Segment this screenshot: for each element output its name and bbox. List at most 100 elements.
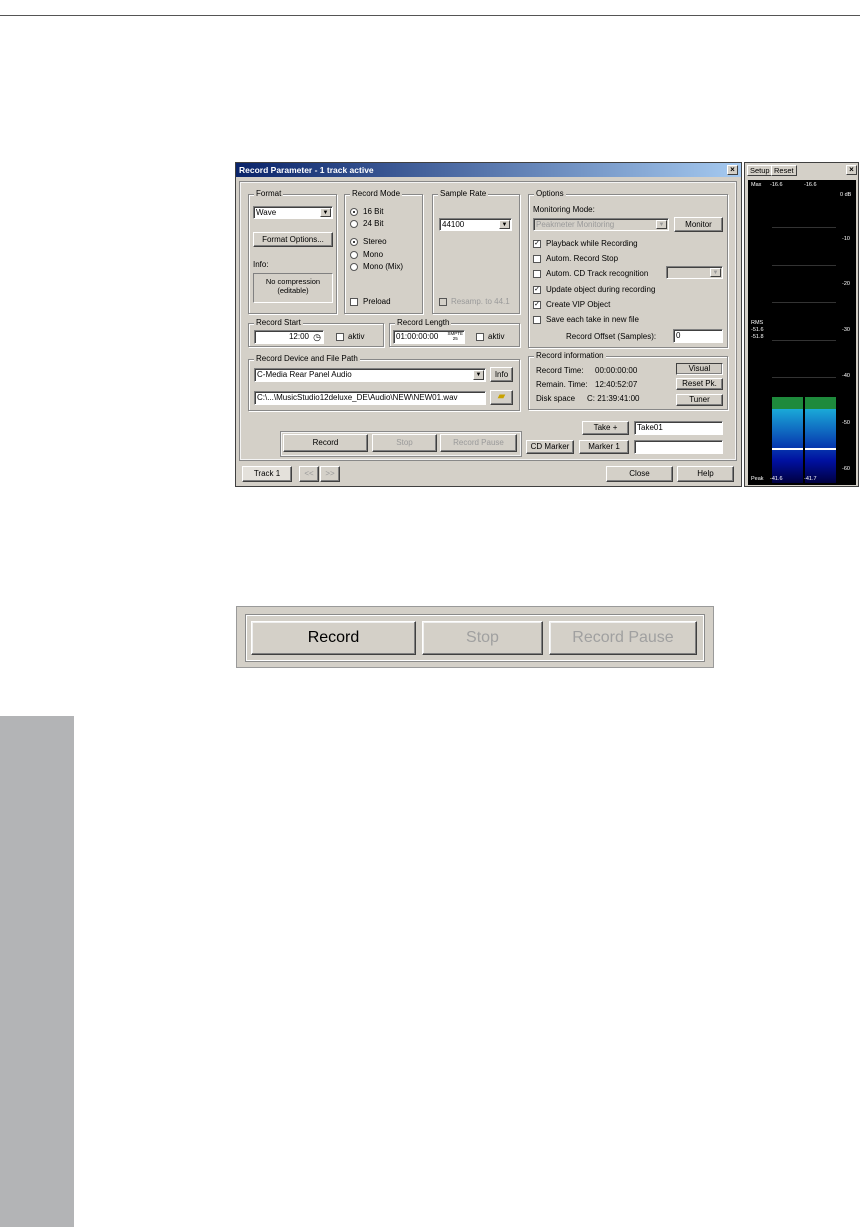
folder-icon[interactable]: ▰ xyxy=(490,390,513,405)
radio-stereo[interactable] xyxy=(350,238,358,246)
record-button[interactable]: Record xyxy=(283,434,368,452)
record-length-input[interactable]: 01:00:00:00 SMPTE 25 xyxy=(393,330,465,344)
record-button-large[interactable]: Record xyxy=(251,621,416,655)
scale-10: -10 xyxy=(842,236,850,242)
marker-name-input[interactable] xyxy=(634,440,723,454)
monitor-button[interactable]: Monitor xyxy=(674,217,723,232)
tuner-button[interactable]: Tuner xyxy=(676,394,723,406)
meter-setup-button[interactable]: Setup xyxy=(747,165,773,176)
label-16bit: 16 Bit xyxy=(363,207,384,216)
autom-stop-label: Autom. Record Stop xyxy=(546,254,619,263)
reset-peak-button[interactable]: Reset Pk. xyxy=(676,378,723,390)
zoom-frame: Record Stop Record Pause xyxy=(245,614,705,662)
update-object-label: Update object during recording xyxy=(546,285,656,294)
right-channel-bar xyxy=(805,190,836,483)
marker-1-button[interactable]: Marker 1 xyxy=(579,440,629,454)
record-parameter-dialog: Record Parameter - 1 track active × Form… xyxy=(235,162,742,487)
record-start-value: 12:00 xyxy=(288,332,309,341)
record-time-value: 00:00:00:00 xyxy=(595,366,638,375)
chevron-down-icon: ▼ xyxy=(473,370,484,380)
stop-button-large[interactable]: Stop xyxy=(422,621,543,655)
close-button[interactable]: Close xyxy=(606,466,673,482)
record-start-aktiv-checkbox[interactable] xyxy=(336,333,344,341)
sample-rate-select[interactable]: 44100 ▼ xyxy=(439,218,512,231)
info-line-1: No compression xyxy=(265,277,321,286)
info-label: Info: xyxy=(253,260,269,269)
chevron-down-icon: ▼ xyxy=(320,208,331,217)
radio-16bit[interactable] xyxy=(350,208,358,216)
left-peak-segment xyxy=(772,397,803,409)
prev-track-button[interactable]: << xyxy=(299,466,319,482)
record-length-aktiv-checkbox[interactable] xyxy=(476,333,484,341)
smpte-indicator: SMPTE 25 xyxy=(447,331,463,341)
scale-60: -60 xyxy=(842,466,850,472)
record-mode-legend: Record Mode xyxy=(350,189,403,198)
remain-time-label: Remain. Time: xyxy=(536,380,588,389)
disk-space-label: Disk space xyxy=(536,394,576,403)
monitoring-mode-value: Peakmeter Monitoring xyxy=(536,220,615,229)
format-select[interactable]: Wave ▼ xyxy=(253,206,333,219)
record-pause-button-large[interactable]: Record Pause xyxy=(549,621,697,655)
record-pause-button[interactable]: Record Pause xyxy=(440,434,517,452)
meter-reset-button[interactable]: Reset xyxy=(771,165,797,176)
save-take-checkbox[interactable] xyxy=(533,316,541,324)
radio-mono[interactable] xyxy=(350,251,358,259)
record-start-input[interactable]: 12:00 ◷ xyxy=(254,330,324,344)
info-line-2: (editable) xyxy=(277,286,309,295)
close-icon[interactable]: × xyxy=(727,165,738,175)
transport-buttons-zoom: Record Stop Record Pause xyxy=(236,606,714,668)
peak-right-value: -41.7 xyxy=(804,476,817,482)
peak-meter-panel: Setup Reset × Max -16.6 -16.6 0 dB -10 -… xyxy=(744,162,859,487)
record-time-label: Record Time: xyxy=(536,366,584,375)
radio-24bit[interactable] xyxy=(350,220,358,228)
stop-button[interactable]: Stop xyxy=(372,434,437,452)
visual-button[interactable]: Visual xyxy=(676,363,723,375)
cd-recognition-select[interactable]: ▼ xyxy=(666,266,723,279)
save-take-label: Save each take in new file xyxy=(546,315,639,324)
scale-30: -30 xyxy=(842,327,850,333)
take-plus-button[interactable]: Take + xyxy=(582,421,629,435)
label-stereo: Stereo xyxy=(363,237,387,246)
clock-icon: ◷ xyxy=(313,332,321,342)
format-value: Wave xyxy=(256,208,277,217)
format-options-button[interactable]: Format Options... xyxy=(253,232,333,247)
chevron-down-icon: ▼ xyxy=(499,220,510,229)
sample-rate-group: Sample Rate xyxy=(432,189,520,314)
preload-checkbox[interactable] xyxy=(350,298,358,306)
take-name-input[interactable]: Take01 xyxy=(634,421,723,435)
rms-right-value: -51.8 xyxy=(751,334,764,340)
playback-checkbox[interactable]: ✓ xyxy=(533,240,541,248)
options-legend: Options xyxy=(534,189,566,198)
rms-label: RMS xyxy=(751,320,764,326)
tab-track-1[interactable]: Track 1 xyxy=(242,466,292,482)
device-value: C-Media Rear Panel Audio xyxy=(257,370,352,379)
autom-stop-checkbox[interactable] xyxy=(533,255,541,263)
next-track-button[interactable]: >> xyxy=(320,466,340,482)
record-offset-input[interactable]: 0 xyxy=(673,329,723,343)
meter-display: Max -16.6 -16.6 0 dB -10 -20 -30 -40 -50… xyxy=(748,180,856,485)
device-legend: Record Device and File Path xyxy=(254,354,360,363)
rms-left-value: -51.6 xyxy=(751,327,764,333)
max-right-value: -16.6 xyxy=(804,182,817,188)
device-info-button[interactable]: Info xyxy=(490,367,513,382)
resamp-checkbox[interactable] xyxy=(439,298,447,306)
create-vip-checkbox[interactable]: ✓ xyxy=(533,301,541,309)
record-length-aktiv-label: aktiv xyxy=(488,332,505,341)
scale-0db: 0 dB xyxy=(840,192,852,198)
radio-mono-mix[interactable] xyxy=(350,263,358,271)
peak-label: Peak xyxy=(751,476,764,482)
device-select[interactable]: C-Media Rear Panel Audio ▼ xyxy=(254,368,486,382)
sample-rate-value: 44100 xyxy=(442,220,465,229)
close-icon[interactable]: × xyxy=(846,165,857,175)
record-info-legend: Record information xyxy=(534,351,606,360)
update-object-checkbox[interactable]: ✓ xyxy=(533,286,541,294)
page-side-tab xyxy=(0,716,74,1227)
cd-marker-button[interactable]: CD Marker xyxy=(526,440,574,454)
monitoring-mode-label: Monitoring Mode: xyxy=(533,205,595,214)
help-button[interactable]: Help xyxy=(677,466,734,482)
monitoring-mode-select[interactable]: Peakmeter Monitoring ▼ xyxy=(533,218,669,231)
scale-50: -50 xyxy=(842,420,850,426)
autom-cd-checkbox[interactable] xyxy=(533,270,541,278)
right-rms-marker xyxy=(805,448,836,450)
file-path-input[interactable]: C:\...\MusicStudio12deluxe_DE\Audio\NEW\… xyxy=(254,391,486,405)
